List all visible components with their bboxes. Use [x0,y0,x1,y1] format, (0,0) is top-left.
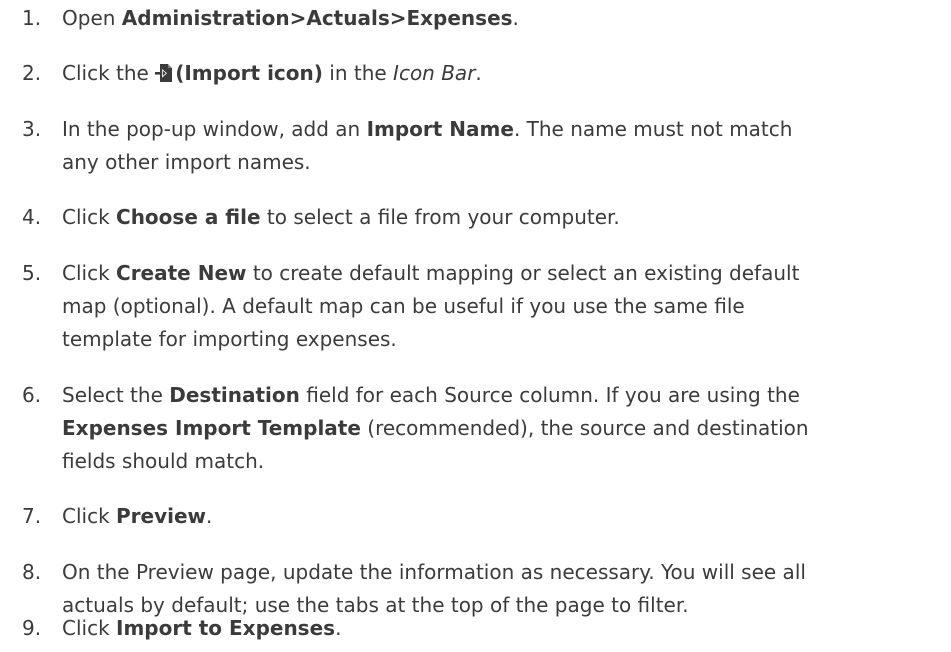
step-number: 4. [22,205,42,229]
template-term: Expenses Import Template [62,416,361,440]
step-text: Click the (Import icon) in the Icon Bar. [62,60,482,85]
step-text: Click Choose a file to select a file fro… [62,205,620,229]
create-new-term: Create New [116,261,247,285]
menu-path: Administration>Actuals>Expenses [121,6,513,30]
step-number: 1. [22,6,42,30]
destination-term: Destination [169,383,300,407]
icon-bar-term: Icon Bar [393,61,476,85]
import-icon [155,60,173,82]
step-text: Click Import to Expenses. [62,616,342,640]
step-number: 9. [22,616,42,640]
instructions-document: 1. Open Administration>Actuals>Expenses.… [0,0,951,652]
step-number: 5. [22,261,42,285]
step-number: 8. [22,560,42,584]
step-number: 3. [22,117,42,141]
step-text: Click Preview. [62,504,213,528]
step-text: Select the Destination field for each So… [62,383,809,473]
import-name-term: Import Name [366,117,514,141]
step-text: Click Create New to create default mappi… [62,261,800,351]
import-to-expenses-term: Import to Expenses [116,616,336,640]
step-text: In the pop-up window, add an Import Name… [62,117,793,174]
choose-file-term: Choose a file [116,205,261,229]
step-number: 2. [22,61,42,85]
step-number: 7. [22,504,42,528]
preview-term: Preview [116,504,207,528]
step-number: 6. [22,383,42,407]
step-text: Open Administration>Actuals>Expenses. [62,6,519,30]
import-icon-label: (Import icon) [175,61,323,85]
